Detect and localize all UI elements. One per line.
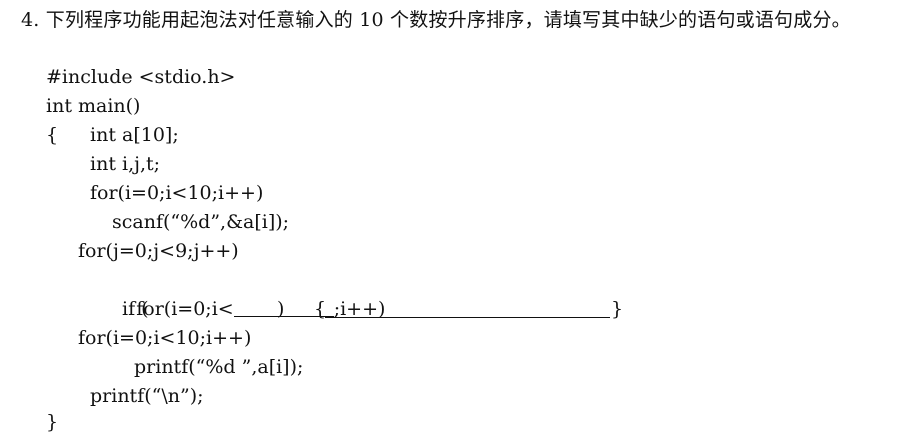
- code-line-inner-loop: for(i=0;i< ;i++): [100, 266, 385, 320]
- code-line-output-loop: for(i=0;i<10;i++): [78, 327, 252, 349]
- code-line-if-keyword: if (: [122, 298, 149, 320]
- code-line-input-loop: for(i=0;i<10;i++): [90, 182, 264, 204]
- code-line-include: #include <stdio.h>: [46, 66, 236, 88]
- question-number: 4.: [21, 9, 40, 31]
- code-line-outer-loop: for(j=0;j<9;j++): [78, 240, 239, 262]
- exam-page: 4. 下列程序功能用起泡法对任意输入的 10 个数按升序排序，请填写其中缺少的语…: [0, 0, 912, 437]
- code-line-if-open-brace: {: [314, 298, 327, 320]
- code-line-open-brace: {: [46, 124, 59, 146]
- inner-loop-head: for(i=0;i<: [136, 298, 234, 320]
- code-line-close-brace: }: [46, 411, 59, 433]
- code-line-printf-item: printf(“%d ”,a[i]);: [134, 356, 304, 378]
- blank-swap-statements[interactable]: [325, 317, 610, 318]
- code-line-if-close-paren: ): [277, 298, 285, 320]
- question-body: 下列程序功能用起泡法对任意输入的 10 个数按升序排序，请填写其中缺少的语句或语…: [45, 9, 851, 31]
- code-line-var-decl: int i,j,t;: [90, 153, 161, 175]
- code-line-if-close-brace: }: [611, 298, 624, 320]
- question-text: 4. 下列程序功能用起泡法对任意输入的 10 个数按升序排序，请填写其中缺少的语…: [21, 6, 901, 35]
- code-line-printf-newline: printf(“\n”);: [90, 385, 204, 407]
- code-line-scanf: scanf(“%d”,&a[i]);: [112, 211, 290, 233]
- code-line-main: int main(): [46, 95, 141, 117]
- code-line-array-decl: int a[10];: [90, 124, 179, 146]
